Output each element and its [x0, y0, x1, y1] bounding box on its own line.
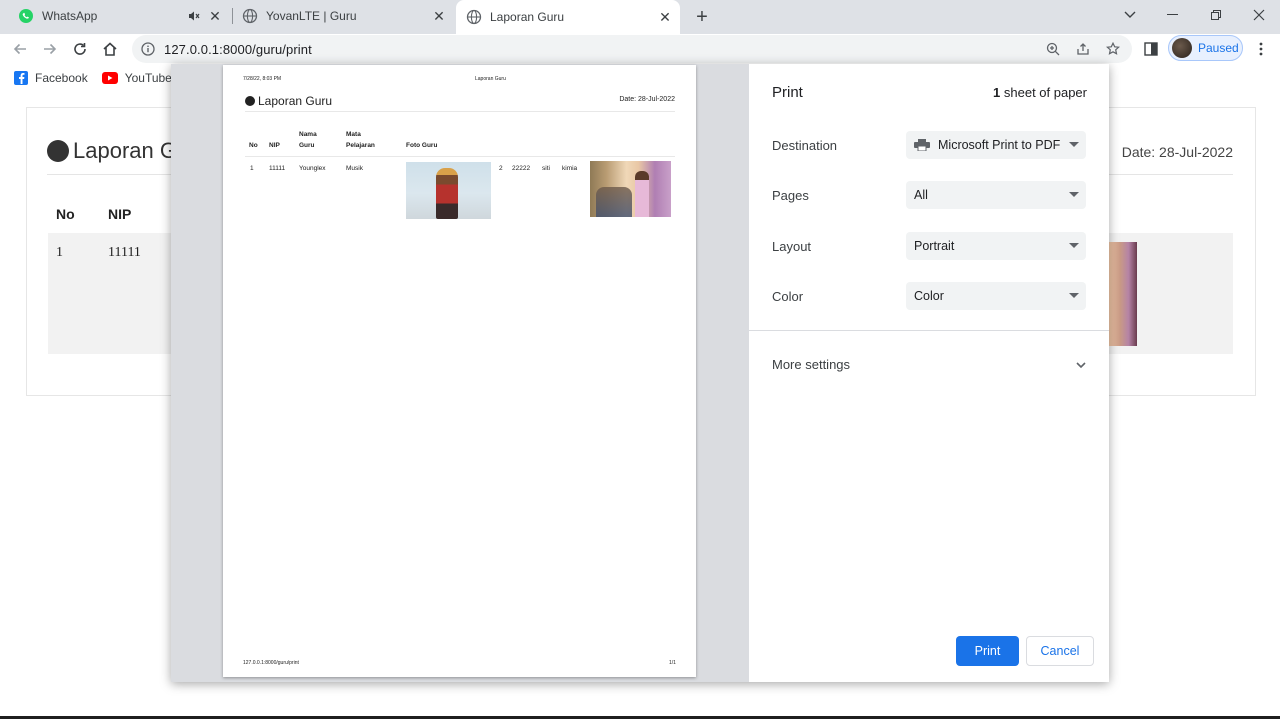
- bookmark-facebook[interactable]: Facebook: [14, 71, 88, 85]
- tab-yovanlte[interactable]: YovanLTE | Guru ✕: [232, 0, 454, 32]
- cell-nip: 22222: [512, 165, 531, 172]
- forward-button[interactable]: [38, 37, 62, 61]
- column-header-nip: NIP: [108, 206, 132, 222]
- speaker-muted-icon[interactable]: [186, 8, 202, 24]
- teacher-photo: [590, 161, 671, 217]
- destination-select[interactable]: Microsoft Print to PDF: [906, 131, 1086, 159]
- header-datetime: 7/28/22, 8:03 PM: [243, 76, 282, 82]
- tab-label: WhatsApp: [42, 9, 98, 23]
- globe-icon: [47, 140, 69, 162]
- pages-select[interactable]: All: [906, 181, 1086, 209]
- zoom-icon[interactable]: [1045, 41, 1061, 57]
- tab-label: YovanLTE | Guru: [266, 9, 357, 23]
- teacher-photo: [1109, 242, 1137, 346]
- cell-nama: Younglex: [299, 165, 326, 172]
- sheet-count: 1 sheet of paper: [993, 85, 1087, 100]
- bookmark-label: Facebook: [35, 71, 88, 85]
- tab-search-chevron-icon[interactable]: [1108, 0, 1152, 30]
- minimize-button[interactable]: [1151, 0, 1195, 30]
- preview-date: Date: 28-Jul-2022: [619, 96, 675, 103]
- profile-button[interactable]: Paused: [1168, 35, 1243, 61]
- cell-mapel: Musik: [346, 165, 363, 172]
- globe-icon: [245, 96, 255, 106]
- cell-no: 1: [250, 165, 254, 172]
- youtube-icon: [101, 72, 118, 84]
- color-select[interactable]: Color: [906, 282, 1086, 310]
- reload-button[interactable]: [68, 37, 92, 61]
- bookmark-label: YouTube: [124, 71, 172, 85]
- cell-nip: 11111: [108, 245, 141, 260]
- back-button[interactable]: [8, 37, 32, 61]
- menu-kebab-icon[interactable]: [1249, 37, 1273, 61]
- cell-nama: siti: [542, 165, 550, 172]
- preview-sheet: 7/28/22, 8:03 PM Laporan Guru Laporan Gu…: [223, 65, 696, 677]
- printer-icon: [914, 139, 930, 152]
- star-icon[interactable]: [1105, 41, 1121, 57]
- home-button[interactable]: [98, 37, 122, 61]
- divider: [749, 330, 1109, 331]
- pages-label: Pages: [772, 188, 809, 203]
- cell-nip: 11111: [269, 165, 286, 172]
- address-bar[interactable]: 127.0.0.1:8000/guru/print: [132, 35, 1132, 63]
- column-header-no: No: [249, 142, 258, 149]
- header-title: Laporan Guru: [475, 76, 506, 82]
- footer-page-number: 1/1: [669, 660, 676, 666]
- tab-label: Laporan Guru: [490, 10, 565, 24]
- facebook-icon: [14, 71, 28, 85]
- browser-toolbar: 127.0.0.1:8000/guru/print Paused: [0, 34, 1280, 64]
- side-panel-icon[interactable]: [1139, 37, 1163, 61]
- share-icon[interactable]: [1075, 41, 1091, 57]
- layout-label: Layout: [772, 239, 812, 254]
- divider: [245, 111, 675, 112]
- footer-url: 127.0.0.1:8000/guru/print: [243, 660, 299, 666]
- column-header-nip: NIP: [269, 142, 280, 149]
- color-label: Color: [772, 289, 804, 304]
- tab-laporan-guru[interactable]: Laporan Guru ✕: [456, 0, 680, 34]
- print-title: Print: [772, 84, 803, 101]
- info-icon[interactable]: [140, 41, 156, 57]
- report-date: Date: 28-Jul-2022: [1121, 144, 1233, 160]
- teacher-photo: [406, 162, 491, 219]
- whatsapp-icon: [18, 8, 34, 24]
- tab-whatsapp[interactable]: WhatsApp ✕: [8, 0, 230, 32]
- more-settings-toggle[interactable]: More settings: [772, 357, 850, 372]
- url-text: 127.0.0.1:8000/guru/print: [164, 41, 312, 57]
- print-button[interactable]: Print: [956, 636, 1019, 666]
- column-header-foto: Foto Guru: [406, 142, 438, 149]
- cell-no: 1: [56, 245, 63, 260]
- page-title: Laporan Gu: [47, 138, 189, 164]
- cancel-button[interactable]: Cancel: [1026, 636, 1094, 666]
- column-header-no: No: [56, 206, 75, 222]
- print-settings-panel: Print 1 sheet of paper Destination Micro…: [749, 64, 1109, 682]
- tab-strip: WhatsApp ✕ YovanLTE | Guru ✕ Laporan Gur…: [0, 0, 1280, 34]
- globe-icon: [242, 8, 258, 24]
- caret-down-icon: [1069, 293, 1079, 298]
- close-window-button[interactable]: [1237, 0, 1280, 30]
- print-preview-area: 7/28/22, 8:03 PM Laporan Guru Laporan Gu…: [171, 64, 749, 682]
- preview-title: Laporan Guru: [245, 94, 332, 108]
- close-icon[interactable]: ✕: [206, 7, 224, 25]
- close-icon[interactable]: ✕: [656, 8, 674, 26]
- new-tab-button[interactable]: +: [690, 5, 714, 29]
- restore-button[interactable]: [1194, 0, 1238, 30]
- chevron-down-icon[interactable]: [1075, 358, 1087, 370]
- caret-down-icon: [1069, 142, 1079, 147]
- caret-down-icon: [1069, 192, 1079, 197]
- column-header-mapel: Mata Pelajaran: [346, 131, 375, 149]
- print-dialog: 7/28/22, 8:03 PM Laporan Guru Laporan Gu…: [171, 64, 1109, 682]
- layout-select[interactable]: Portrait: [906, 232, 1086, 260]
- column-header-nama: Nama Guru: [299, 131, 317, 149]
- avatar: [1172, 38, 1192, 58]
- bookmark-youtube[interactable]: YouTube: [101, 71, 172, 85]
- profile-status: Paused: [1198, 41, 1239, 55]
- caret-down-icon: [1069, 243, 1079, 248]
- destination-label: Destination: [772, 138, 838, 153]
- close-icon[interactable]: ✕: [430, 7, 448, 25]
- globe-icon: [466, 9, 482, 25]
- cell-no: 2: [499, 165, 503, 172]
- divider: [245, 156, 675, 157]
- cell-mapel: kimia: [562, 165, 578, 172]
